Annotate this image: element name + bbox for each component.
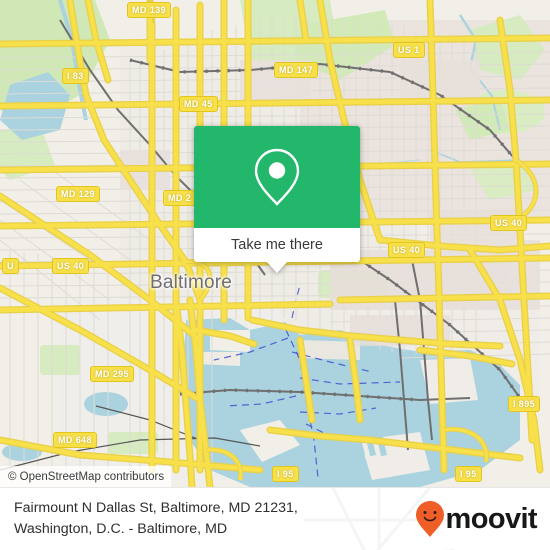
map-attribution[interactable]: © OpenStreetMap contributors — [0, 466, 172, 487]
map-viewport[interactable]: Baltimore MD 139 US 1 MD 147 I 83 MD 45 MD 12… — [0, 0, 550, 487]
road-shield: I 95 — [455, 466, 482, 482]
map-pin-icon — [254, 148, 300, 206]
road-shield: US 40 — [52, 258, 90, 274]
popup-header — [194, 126, 360, 228]
road-shield: US 40 — [388, 242, 426, 258]
road-shield: MD 139 — [127, 2, 171, 18]
road-shield: MD 2 — [163, 190, 197, 206]
road-shield: I 95 — [272, 466, 299, 482]
moovit-map-screenshot: Baltimore MD 139 US 1 MD 147 I 83 MD 45 MD 12… — [0, 0, 550, 550]
road-shield: MD 129 — [56, 186, 100, 202]
road-shield: US 1 — [393, 42, 425, 58]
road-shield: MD 295 — [90, 366, 134, 382]
road-shield: MD 147 — [274, 62, 318, 78]
moovit-wordmark: moovit — [445, 502, 538, 535]
footer-bar: Fairmount N Dallas St, Baltimore, MD 212… — [0, 487, 550, 550]
moovit-logo[interactable]: moovit — [415, 500, 538, 538]
road-shield: U — [2, 258, 19, 274]
moovit-pin-icon — [415, 501, 444, 537]
address-line-2: Washington, D.C. - Baltimore, MD — [14, 521, 228, 537]
address-line-1: Fairmount N Dallas St, Baltimore, MD 212… — [14, 500, 298, 516]
location-popup[interactable]: Take me there — [194, 126, 360, 273]
road-shield: MD 45 — [179, 96, 218, 112]
road-shield: MD 648 — [53, 432, 97, 448]
map-city-label: Baltimore — [150, 272, 233, 293]
popup-pointer — [266, 261, 288, 273]
road-shield: I 83 — [62, 68, 89, 84]
road-shield: I 895 — [508, 396, 541, 412]
road-shield: US 40 — [490, 215, 528, 231]
take-me-there-button[interactable]: Take me there — [194, 228, 360, 262]
address-block: Fairmount N Dallas St, Baltimore, MD 212… — [14, 498, 298, 540]
